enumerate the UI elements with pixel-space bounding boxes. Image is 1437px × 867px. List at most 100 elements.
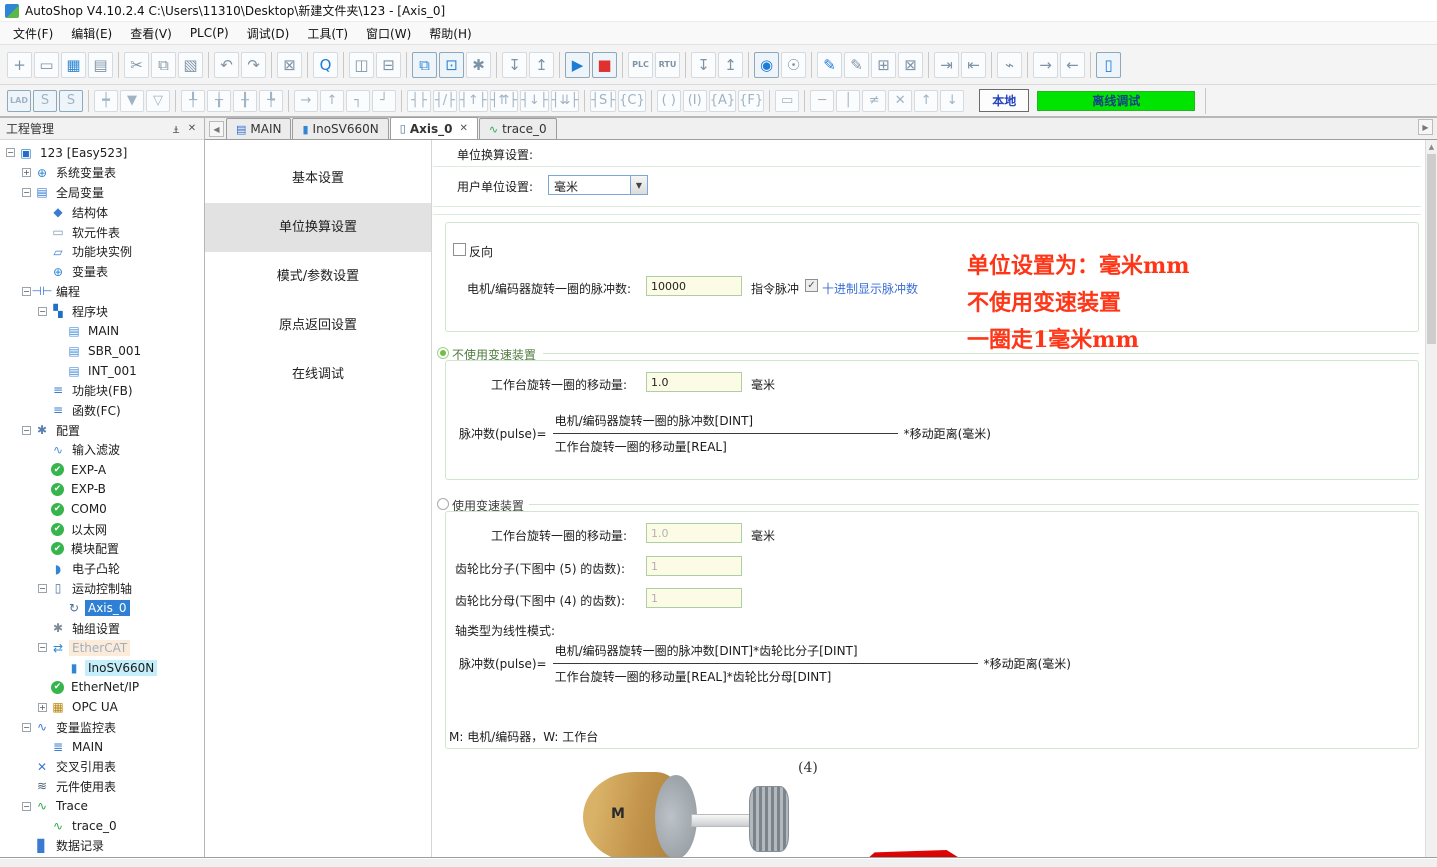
tab-close-icon[interactable]: ✕ (459, 123, 467, 134)
tree-item-系统变量表[interactable]: +⊕系统变量表 (0, 163, 204, 183)
expand-icon[interactable]: + (22, 168, 31, 177)
tree-item-MAIN[interactable]: ≣MAIN (0, 737, 204, 757)
contact-no-icon[interactable]: ┤├ (407, 90, 431, 112)
tree-item-数据记录[interactable]: ▊数据记录 (0, 836, 204, 856)
settings-nav-4[interactable]: 原点返回设置 (205, 301, 431, 350)
tree-item-软元件表[interactable]: ▭软元件表 (0, 222, 204, 242)
decimal-display-checkbox[interactable]: ✓ (805, 279, 818, 292)
find-icon[interactable]: Q (313, 52, 338, 78)
cascade-windows-icon[interactable]: ⧉ (412, 52, 437, 78)
menu-item[interactable]: PLC(P) (181, 23, 238, 43)
tree-item-变量表[interactable]: ⊕变量表 (0, 262, 204, 282)
sfc-editor-icon[interactable]: S (33, 90, 57, 112)
lad-editor-icon[interactable]: LAD (7, 90, 31, 112)
edit-mode-icon[interactable]: ✎ (844, 52, 869, 78)
rtu-mode-icon[interactable]: RTU (655, 52, 680, 78)
new-file-icon[interactable]: + (7, 52, 32, 78)
tree-item-InoSV660N[interactable]: ▮InoSV660N (0, 658, 204, 678)
export-program-icon[interactable]: ↥ (529, 52, 554, 78)
export-window-icon[interactable]: ⊡ (439, 52, 464, 78)
move-up-icon[interactable]: ↑ (914, 90, 938, 112)
io-mapping-icon[interactable]: ✱ (466, 52, 491, 78)
tree-item-输入滤波[interactable]: ∿输入滤波 (0, 440, 204, 460)
st-editor-icon[interactable]: S (59, 90, 83, 112)
print-preview-icon[interactable]: ◫ (349, 52, 374, 78)
branch-open-icon[interactable]: ╀ (181, 90, 205, 112)
gear-numerator-input[interactable] (646, 556, 742, 576)
tree-item-EXP-A[interactable]: ✔EXP-A (0, 460, 204, 480)
tree-item-变量监控表[interactable]: −∿变量监控表 (0, 717, 204, 737)
tree-item-SBR_001[interactable]: ▤SBR_001 (0, 341, 204, 361)
monitor-icon[interactable]: ◉ (754, 52, 779, 78)
user-unit-select[interactable]: 毫米 ▼ (548, 175, 648, 195)
tree-item-电子凸轮[interactable]: ◗电子凸轮 (0, 559, 204, 579)
coil-counter-icon[interactable]: {C} (618, 90, 646, 112)
scroll-up-icon[interactable]: ▲ (1426, 140, 1437, 153)
coil-set-icon[interactable]: {A} (709, 90, 736, 112)
tab-scroll-left-icon[interactable]: ◀ (209, 121, 224, 137)
tree-item-123 [Easy523][interactable]: −▣123 [Easy523] (0, 143, 204, 163)
tree-item-模块配置[interactable]: ✔模块配置 (0, 539, 204, 559)
insert-network-icon[interactable]: ⇥ (934, 52, 959, 78)
tree-item-编程[interactable]: −⊣⊢编程 (0, 282, 204, 302)
tab-axis_0[interactable]: ▯Axis_0✕ (390, 117, 478, 139)
contact-fall-icon[interactable]: ┤↓├ (520, 90, 549, 112)
tab-main[interactable]: ▤MAIN (226, 118, 291, 139)
tree-item-配置[interactable]: −✱配置 (0, 420, 204, 440)
save-all-icon[interactable]: ▤ (88, 52, 113, 78)
coil-icon[interactable]: ( ) (657, 90, 681, 112)
delete-hline-icon[interactable]: ≠ (862, 90, 886, 112)
settings-nav-2[interactable]: 单位换算设置 (205, 203, 431, 252)
paste-icon[interactable]: ▧ (178, 52, 203, 78)
hline-icon[interactable]: ─ (810, 90, 834, 112)
collapse-icon[interactable]: − (22, 426, 31, 435)
close-icon[interactable]: ✕ (184, 121, 200, 137)
pulses-input[interactable] (646, 276, 742, 296)
tree-item-功能块(FB)[interactable]: ≡功能块(FB) (0, 381, 204, 401)
line-corner2-icon[interactable]: ┘ (372, 90, 396, 112)
login-icon[interactable]: → (1033, 52, 1058, 78)
upload-icon[interactable]: ↥ (718, 52, 743, 78)
menu-item[interactable]: 文件(F) (4, 22, 62, 45)
gear-radio[interactable] (437, 498, 449, 510)
tree-item-以太网[interactable]: ✔以太网 (0, 519, 204, 539)
contact-fall-nc-icon[interactable]: ┤⇊├ (551, 90, 580, 112)
branch-up-icon[interactable]: ╂ (233, 90, 257, 112)
menu-item[interactable]: 工具(T) (298, 22, 357, 45)
compile-all-icon[interactable]: ⊠ (898, 52, 923, 78)
logout-icon[interactable]: ← (1060, 52, 1085, 78)
delete-icon[interactable]: ⊠ (277, 52, 302, 78)
delete-network-icon[interactable]: ⇤ (961, 52, 986, 78)
collapse-icon[interactable]: − (22, 802, 31, 811)
contact-rise-icon[interactable]: ┤↑├ (459, 90, 488, 112)
line-right-icon[interactable]: → (294, 90, 318, 112)
tree-item-程序块[interactable]: −▚程序块 (0, 301, 204, 321)
gear-movement-input[interactable] (646, 523, 742, 543)
tree-item-EXP-B[interactable]: ✔EXP-B (0, 480, 204, 500)
tree-item-功能块实例[interactable]: ▱功能块实例 (0, 242, 204, 262)
tree-item-元件使用表[interactable]: ≋元件使用表 (0, 777, 204, 797)
undo-icon[interactable]: ↶ (214, 52, 239, 78)
tab-inosv660n[interactable]: ▮InoSV660N (292, 118, 388, 139)
collapse-icon[interactable]: − (22, 287, 31, 296)
settings-nav-3[interactable]: 模式/参数设置 (205, 252, 431, 301)
contact-set-icon[interactable]: ┤S├ (590, 90, 616, 112)
move-down-icon[interactable]: ↓ (940, 90, 964, 112)
settings-nav-1[interactable]: 基本设置 (205, 154, 431, 203)
tree-item-运动控制轴[interactable]: −▯运动控制轴 (0, 579, 204, 599)
collapse-icon[interactable]: − (38, 584, 47, 593)
tab-scroll-right-icon[interactable]: ▶ (1418, 119, 1433, 135)
reverse-checkbox[interactable] (453, 243, 466, 256)
tree-item-全局变量[interactable]: −▤全局变量 (0, 183, 204, 203)
coil-inverse-icon[interactable]: (I) (683, 90, 707, 112)
collapse-icon[interactable]: − (22, 723, 31, 732)
menu-item[interactable]: 查看(V) (121, 22, 181, 45)
tree-item-结构体[interactable]: ◆结构体 (0, 202, 204, 222)
function-block-icon[interactable]: ▭ (775, 90, 799, 112)
collapse-icon[interactable]: − (38, 643, 47, 652)
tree-item-函数(FC)[interactable]: ≡函数(FC) (0, 400, 204, 420)
tree-item-Axis_0[interactable]: ↻Axis_0 (0, 598, 204, 618)
tree-item-COM0[interactable]: ✔COM0 (0, 499, 204, 519)
menu-item[interactable]: 窗口(W) (357, 22, 420, 45)
plc-mode-icon[interactable]: PLC (628, 52, 653, 78)
